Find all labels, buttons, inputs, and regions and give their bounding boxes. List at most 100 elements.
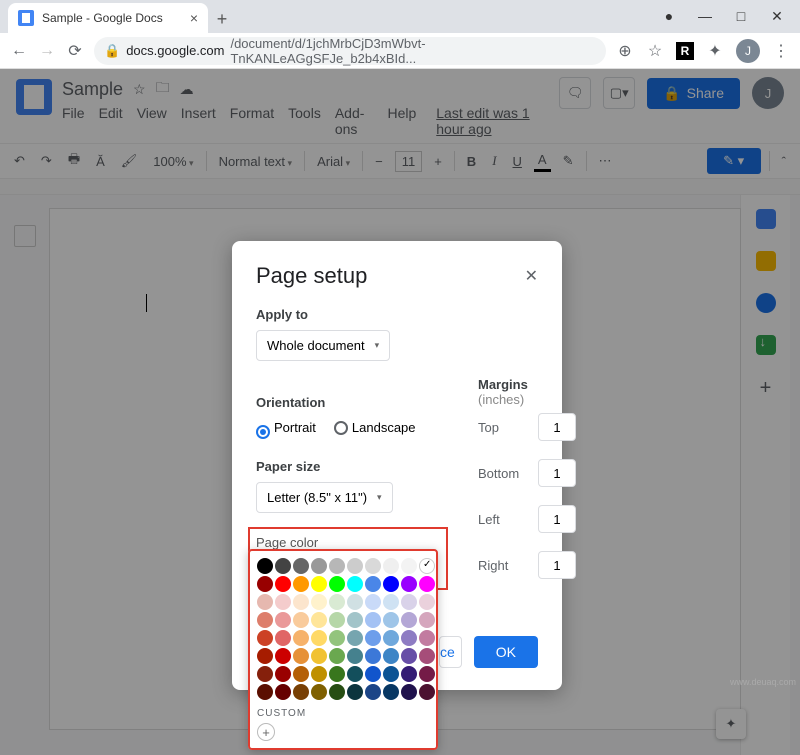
margin-top-input[interactable] [538,413,576,441]
color-swatch[interactable] [275,612,291,628]
color-swatch[interactable] [383,666,399,682]
cancel-button-fragment[interactable]: ce [439,636,462,668]
color-swatch[interactable] [401,630,417,646]
color-swatch[interactable] [275,666,291,682]
color-swatch[interactable] [365,576,381,592]
color-swatch[interactable] [293,594,309,610]
maximize-button[interactable]: □ [732,8,750,25]
color-swatch[interactable] [401,612,417,628]
url-input[interactable]: 🔒 docs.google.com/document/d/1jchMrbCjD3… [94,37,606,65]
extensions-icon[interactable]: ✦ [706,41,724,61]
chrome-menu-icon[interactable]: ⋮ [772,41,790,61]
reload-button[interactable]: ⟳ [66,41,84,61]
color-swatch[interactable] [347,612,363,628]
orientation-portrait-radio[interactable]: Portrait [256,420,316,439]
color-swatch[interactable] [365,684,381,700]
close-tab-icon[interactable]: × [190,10,198,26]
color-swatch[interactable] [383,648,399,664]
color-swatch[interactable] [419,648,435,664]
color-swatch[interactable] [401,558,417,574]
color-swatch[interactable] [275,558,291,574]
color-swatch[interactable] [347,594,363,610]
color-swatch[interactable] [329,630,345,646]
color-swatch[interactable] [419,684,435,700]
color-swatch[interactable] [383,558,399,574]
margin-left-input[interactable] [538,505,576,533]
color-swatch[interactable] [383,576,399,592]
color-swatch[interactable] [383,594,399,610]
color-swatch[interactable] [329,594,345,610]
color-swatch[interactable] [293,648,309,664]
extension-r-icon[interactable]: R [676,42,694,60]
color-swatch[interactable] [293,630,309,646]
color-swatch[interactable] [293,684,309,700]
margin-bottom-input[interactable] [538,459,576,487]
color-swatch[interactable] [419,558,435,574]
color-swatch[interactable] [347,666,363,682]
color-swatch[interactable] [401,648,417,664]
color-swatch[interactable] [275,648,291,664]
paper-size-select[interactable]: Letter (8.5" x 11") [256,482,393,513]
color-swatch[interactable] [257,594,273,610]
color-swatch[interactable] [311,648,327,664]
margin-right-input[interactable] [538,551,576,579]
color-swatch[interactable] [347,648,363,664]
color-swatch[interactable] [383,684,399,700]
minimize-button[interactable]: — [696,8,714,25]
color-swatch[interactable] [365,630,381,646]
ok-button[interactable]: OK [474,636,538,668]
color-swatch[interactable] [293,666,309,682]
color-swatch[interactable] [257,558,273,574]
color-swatch[interactable] [365,558,381,574]
color-swatch[interactable] [365,648,381,664]
color-swatch[interactable] [311,576,327,592]
color-swatch[interactable] [257,576,273,592]
dialog-close-button[interactable]: ✕ [525,266,538,286]
color-swatch[interactable] [383,612,399,628]
new-tab-button[interactable]: + [208,5,236,33]
color-swatch[interactable] [257,648,273,664]
add-custom-color-button[interactable]: + [257,723,275,741]
color-swatch[interactable] [365,666,381,682]
bookmark-icon[interactable]: ☆ [646,41,664,61]
color-swatch[interactable] [293,558,309,574]
color-swatch[interactable] [401,684,417,700]
color-swatch[interactable] [275,630,291,646]
browser-tab[interactable]: Sample - Google Docs × [8,3,208,33]
color-swatch[interactable] [311,630,327,646]
close-window-button[interactable]: ✕ [768,8,786,25]
color-swatch[interactable] [311,594,327,610]
color-swatch[interactable] [275,576,291,592]
color-swatch[interactable] [401,666,417,682]
color-swatch[interactable] [257,612,273,628]
color-swatch[interactable] [257,630,273,646]
color-swatch[interactable] [347,558,363,574]
color-swatch[interactable] [329,648,345,664]
color-swatch[interactable] [329,612,345,628]
color-swatch[interactable] [311,558,327,574]
back-button[interactable]: ← [10,42,28,60]
forward-button[interactable]: → [38,42,56,60]
color-swatch[interactable] [257,684,273,700]
color-swatch[interactable] [365,612,381,628]
color-swatch[interactable] [329,576,345,592]
color-swatch[interactable] [329,684,345,700]
color-swatch[interactable] [347,684,363,700]
color-swatch[interactable] [293,612,309,628]
color-swatch[interactable] [419,612,435,628]
color-swatch[interactable] [347,576,363,592]
color-swatch[interactable] [401,576,417,592]
color-swatch[interactable] [419,630,435,646]
zoom-icon[interactable]: ⊕ [616,41,634,61]
color-swatch[interactable] [293,576,309,592]
color-swatch[interactable] [275,684,291,700]
color-swatch[interactable] [347,630,363,646]
profile-avatar[interactable]: J [736,39,760,63]
color-swatch[interactable] [401,594,417,610]
color-swatch[interactable] [419,594,435,610]
color-swatch[interactable] [275,594,291,610]
color-swatch[interactable] [419,576,435,592]
orientation-landscape-radio[interactable]: Landscape [334,420,416,439]
color-swatch[interactable] [329,666,345,682]
color-swatch[interactable] [419,666,435,682]
